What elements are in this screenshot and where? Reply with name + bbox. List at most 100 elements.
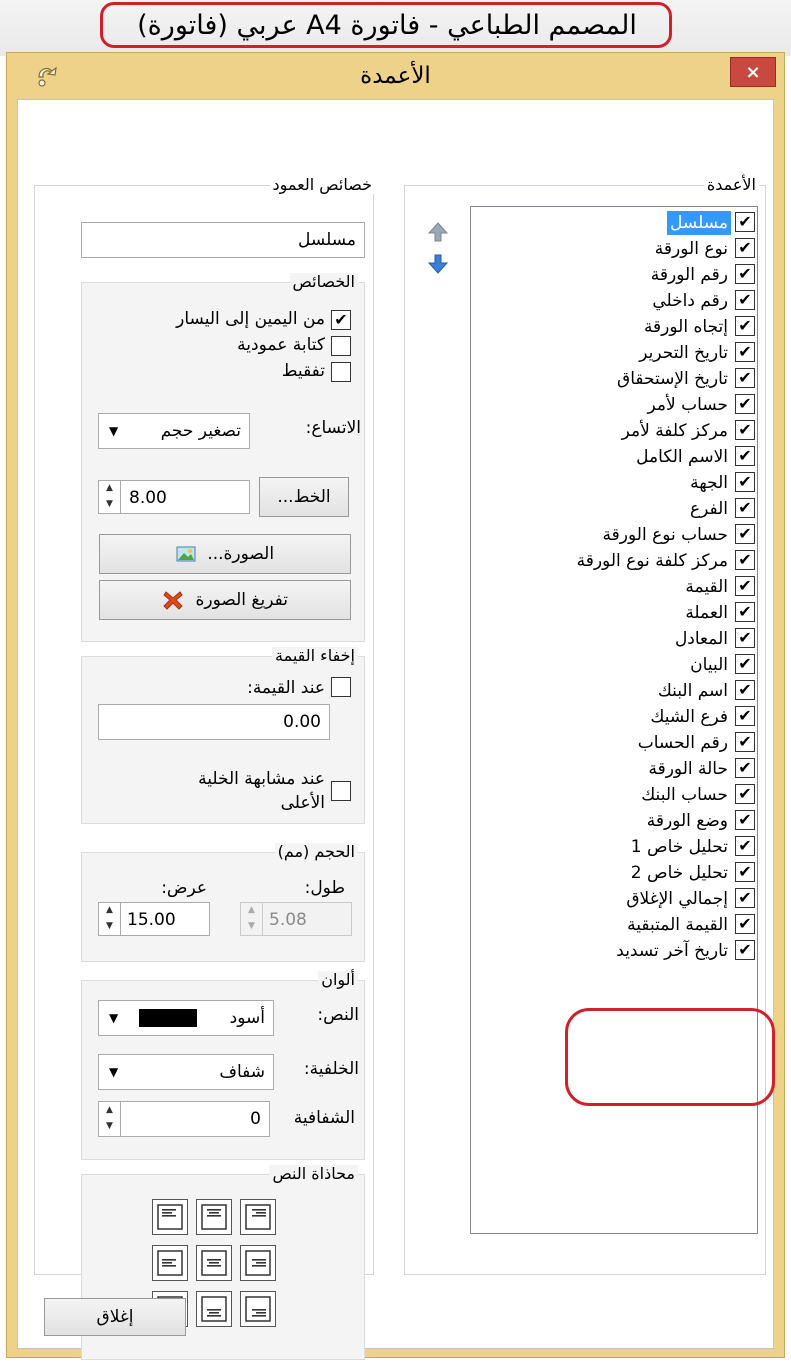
align-top-center-button[interactable]	[196, 1199, 232, 1235]
width-stepper[interactable]: ▲ ▼	[99, 902, 121, 936]
column-checkbox[interactable]: ✔	[735, 264, 755, 284]
list-item[interactable]: ✔ مركز كلفة لأمر	[471, 417, 757, 445]
text-color-select[interactable]: أسود ▼	[98, 1000, 274, 1036]
hide-value-field[interactable]: 0.00	[98, 704, 330, 740]
column-checkbox[interactable]: ✔	[735, 290, 755, 310]
picture-icon	[176, 546, 196, 562]
list-item[interactable]: ✔ مسلسل	[471, 209, 757, 237]
stepper-down-icon[interactable]: ▼	[99, 1118, 120, 1134]
close-icon[interactable]: ×	[730, 57, 776, 87]
column-checkbox[interactable]: ✔	[735, 472, 755, 492]
column-checkbox[interactable]: ✔	[735, 680, 755, 700]
align-top-right-button[interactable]	[240, 1199, 276, 1235]
opacity-stepper[interactable]: ▲ ▼	[99, 1102, 121, 1136]
stepper-up-icon[interactable]: ▲	[99, 480, 120, 496]
move-down-arrow-icon[interactable]	[426, 252, 450, 276]
list-item[interactable]: ✔ القيمة	[471, 573, 757, 601]
column-checkbox[interactable]: ✔	[735, 550, 755, 570]
list-item[interactable]: ✔ رقم الحساب	[471, 729, 757, 757]
rtl-checkbox[interactable]: ✔	[331, 310, 351, 330]
list-item[interactable]: ✔ اسم البنك	[471, 677, 757, 705]
column-checkbox[interactable]: ✔	[735, 732, 755, 752]
column-checkbox[interactable]: ✔	[735, 810, 755, 830]
list-item[interactable]: ✔ فرع الشيك	[471, 703, 757, 731]
align-middle-left-button[interactable]	[152, 1245, 188, 1281]
vertical-writing-checkbox[interactable]	[331, 336, 351, 356]
list-item[interactable]: ✔ حالة الورقة	[471, 755, 757, 783]
column-checkbox[interactable]: ✔	[735, 524, 755, 544]
clear-image-button[interactable]: تفريغ الصورة	[99, 580, 351, 620]
column-checkbox[interactable]: ✔	[735, 368, 755, 388]
list-item[interactable]: ✔ البيان	[471, 651, 757, 679]
stepper-up-icon[interactable]: ▲	[99, 1102, 120, 1118]
width-field[interactable]: 15.00 ▲ ▼	[98, 902, 210, 936]
font-size-field[interactable]: 8.00 ▲ ▼	[98, 480, 250, 514]
column-checkbox[interactable]: ✔	[735, 394, 755, 414]
column-checkbox[interactable]: ✔	[735, 914, 755, 934]
column-checkbox[interactable]: ✔	[735, 888, 755, 908]
on-value-checkbox[interactable]	[331, 677, 351, 697]
column-checkbox[interactable]: ✔	[735, 420, 755, 440]
column-checkbox[interactable]: ✔	[735, 342, 755, 362]
list-item[interactable]: ✔ المعادل	[471, 625, 757, 653]
align-middle-right-button[interactable]	[240, 1245, 276, 1281]
font-size-stepper[interactable]: ▲ ▼	[99, 480, 121, 514]
column-name-field[interactable]: مسلسل	[81, 222, 365, 258]
column-checkbox[interactable]: ✔	[735, 706, 755, 726]
list-item[interactable]: ✔ القيمة المتبقية	[471, 911, 757, 939]
list-item[interactable]: ✔ الفرع	[471, 495, 757, 523]
font-button[interactable]: الخط...	[259, 477, 349, 517]
list-item[interactable]: ✔ رقم داخلي	[471, 287, 757, 315]
list-item[interactable]: ✔ حساب لأمر	[471, 391, 757, 419]
list-item[interactable]: ✔ وضع الورقة	[471, 807, 757, 835]
align-bottom-center-button[interactable]	[196, 1291, 232, 1327]
column-checkbox[interactable]: ✔	[735, 446, 755, 466]
column-checkbox[interactable]: ✔	[735, 576, 755, 596]
list-item[interactable]: ✔ تحليل خاص 2	[471, 859, 757, 887]
list-item[interactable]: ✔ نوع الورقة	[471, 235, 757, 263]
opacity-field[interactable]: 0 ▲ ▼	[98, 1101, 270, 1137]
column-checkbox[interactable]: ✔	[735, 238, 755, 258]
column-checkbox[interactable]: ✔	[735, 628, 755, 648]
column-checkbox[interactable]: ✔	[735, 654, 755, 674]
column-checkbox[interactable]: ✔	[735, 940, 755, 960]
column-label: تحليل خاص 2	[630, 863, 728, 883]
fit-select[interactable]: تصغير حجم ▼	[98, 413, 250, 449]
column-checkbox[interactable]: ✔	[735, 212, 755, 232]
list-item[interactable]: ✔ إتجاه الورقة	[471, 313, 757, 341]
stepper-down-icon[interactable]: ▼	[99, 918, 120, 934]
list-item[interactable]: ✔ تاريخ آخر تسديد	[471, 937, 757, 965]
on-similar-checkbox[interactable]	[331, 781, 351, 801]
close-button[interactable]: إغلاق	[44, 1298, 186, 1336]
stepper-up-icon[interactable]: ▲	[99, 902, 120, 918]
column-label: تحليل خاص 1	[630, 837, 728, 857]
list-item[interactable]: ✔ إجمالي الإغلاق	[471, 885, 757, 913]
list-item[interactable]: ✔ رقم الورقة	[471, 261, 757, 289]
column-checkbox[interactable]: ✔	[735, 784, 755, 804]
list-item[interactable]: ✔ حساب البنك	[471, 781, 757, 809]
move-up-arrow-icon[interactable]	[426, 220, 450, 244]
stepper-down-icon[interactable]: ▼	[99, 496, 120, 512]
column-checkbox[interactable]: ✔	[735, 758, 755, 778]
image-button[interactable]: الصورة...	[99, 534, 351, 574]
column-checkbox[interactable]: ✔	[735, 862, 755, 882]
list-item[interactable]: ✔ تحليل خاص 1	[471, 833, 757, 861]
fit-label: الاتساع:	[305, 418, 361, 438]
column-checkbox[interactable]: ✔	[735, 836, 755, 856]
list-item[interactable]: ✔ حساب نوع الورقة	[471, 521, 757, 549]
dialog-titlebar: الأعمدة ×	[7, 53, 784, 99]
column-checkbox[interactable]: ✔	[735, 316, 755, 336]
list-item[interactable]: ✔ تاريخ التحرير	[471, 339, 757, 367]
column-checkbox[interactable]: ✔	[735, 498, 755, 518]
spell-out-checkbox[interactable]	[331, 362, 351, 382]
bg-color-select[interactable]: شفاف ▼	[98, 1054, 274, 1090]
list-item[interactable]: ✔ مركز كلفة نوع الورقة	[471, 547, 757, 575]
align-middle-center-button[interactable]	[196, 1245, 232, 1281]
align-top-left-button[interactable]	[152, 1199, 188, 1235]
align-bottom-right-button[interactable]	[240, 1291, 276, 1327]
column-checkbox[interactable]: ✔	[735, 602, 755, 622]
list-item[interactable]: ✔ الاسم الكامل	[471, 443, 757, 471]
list-item[interactable]: ✔ تاريخ الإستحقاق	[471, 365, 757, 393]
list-item[interactable]: ✔ العملة	[471, 599, 757, 627]
list-item[interactable]: ✔ الجهة	[471, 469, 757, 497]
